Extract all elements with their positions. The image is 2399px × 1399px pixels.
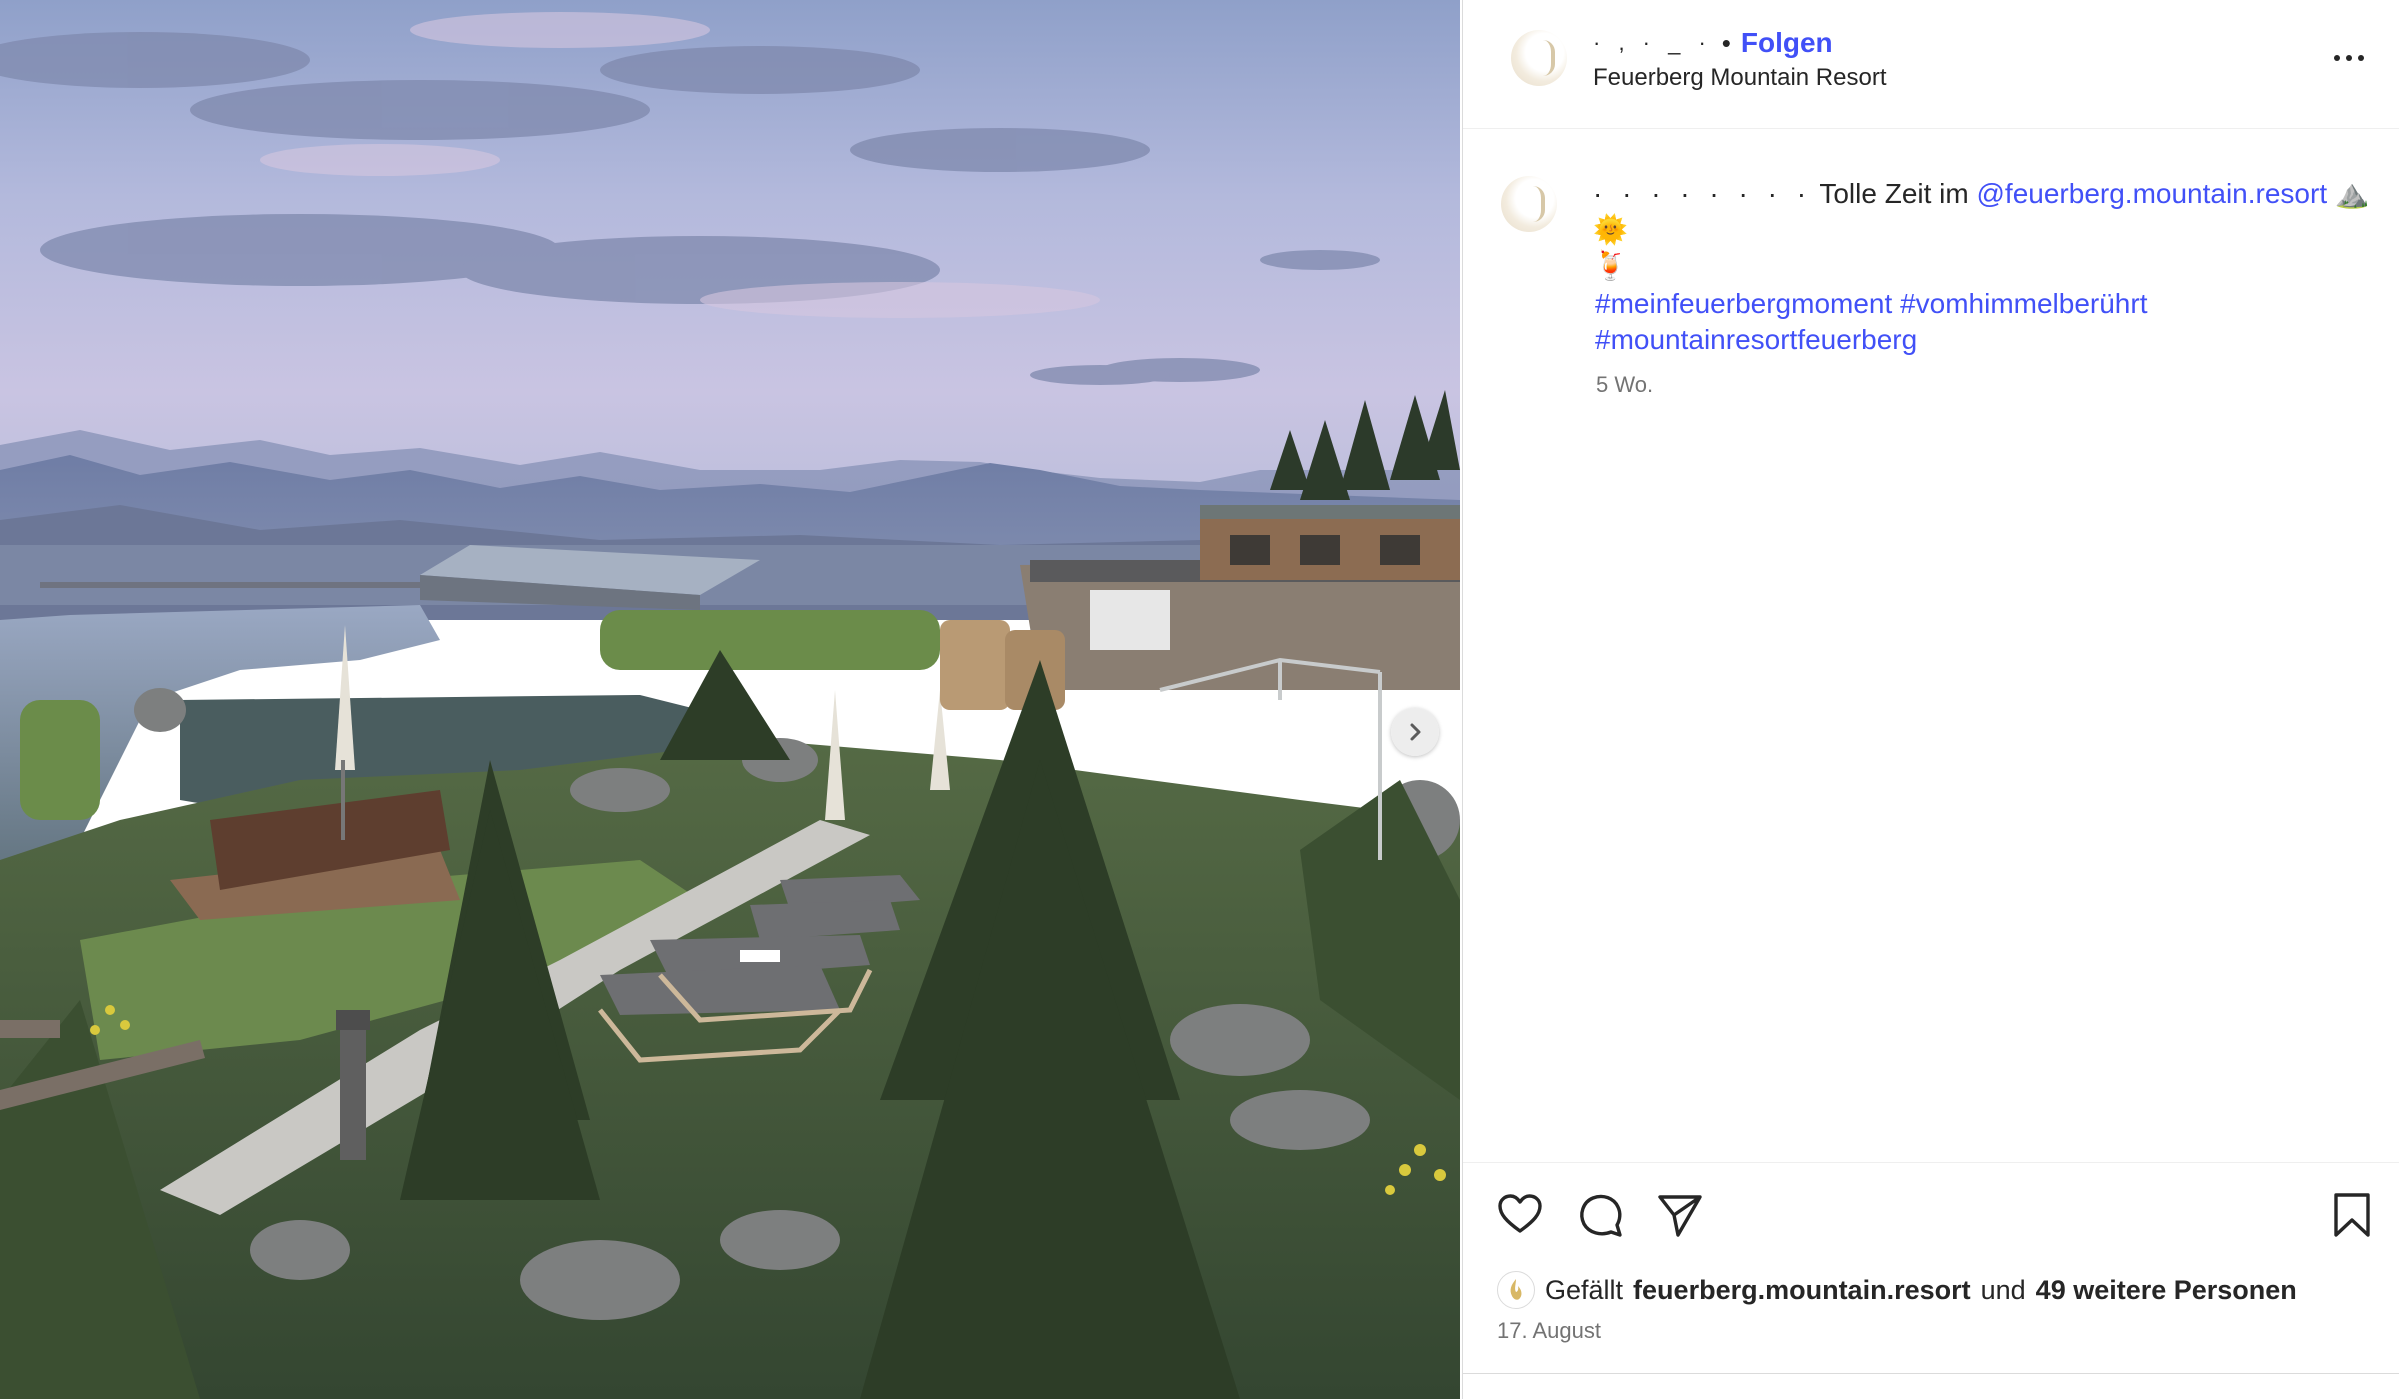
liker-avatar[interactable]	[1497, 1271, 1535, 1309]
likes-prefix: Gefällt	[1545, 1274, 1624, 1305]
author-username[interactable]: · , · _ ·	[1593, 30, 1712, 56]
caption-text: Tolle Zeit im	[1819, 178, 1969, 209]
share-button[interactable]	[1655, 1190, 1705, 1240]
post-image	[0, 0, 1460, 1399]
location-link[interactable]: Feuerberg Mountain Resort	[1593, 64, 1886, 92]
likes-others-link[interactable]: 49 weitere Personen	[2036, 1275, 2297, 1306]
author-avatar[interactable]	[1511, 30, 1567, 86]
likes-connector: und	[1980, 1274, 2026, 1305]
caption-mention-link[interactable]: @feuerberg.mountain.resort	[1977, 178, 2328, 209]
hashtag-list: #meinfeuerbergmoment #vomhimmelberührt #…	[1595, 286, 2375, 358]
chevron-right-icon	[1410, 723, 1421, 741]
follow-button[interactable]: Folgen	[1741, 27, 1833, 59]
send-icon	[1658, 1195, 1702, 1237]
save-button[interactable]	[2327, 1190, 2377, 1240]
author-row: · , · _ · • Folgen	[1593, 26, 1833, 60]
hashtag-link[interactable]: #mountainresortfeuerberg	[1595, 324, 1917, 355]
hashtag-link[interactable]: #meinfeuerbergmoment	[1595, 288, 1892, 319]
post-caption: · · · · · · · · Tolle Zeit im @feuerberg…	[1593, 176, 2373, 284]
resort-logo-icon	[1510, 1279, 1522, 1300]
bottom-divider	[1463, 1373, 2399, 1374]
caption-emoji-cocktail: 🍹	[1593, 250, 1628, 281]
more-options-button[interactable]	[2323, 38, 2375, 78]
comment-button[interactable]	[1575, 1190, 1625, 1240]
likes-summary: Gefällt feuerberg.mountain.resort und 49…	[1497, 1270, 2297, 1310]
caption-author-avatar[interactable]	[1501, 176, 1557, 232]
heart-icon	[1498, 1194, 1542, 1233]
next-photo-button[interactable]	[1391, 708, 1439, 756]
post-details-panel: · , · _ · • Folgen Feuerberg Mountain Re…	[1462, 0, 2399, 1399]
hashtag-link[interactable]: #vomhimmelberührt	[1900, 288, 2147, 319]
caption-timestamp[interactable]: 5 Wo.	[1596, 372, 1653, 398]
separator-dot: •	[1721, 27, 1731, 58]
bookmark-icon	[2334, 1193, 2370, 1237]
comment-icon	[1580, 1194, 1622, 1237]
post-header: · , · _ · • Folgen Feuerberg Mountain Re…	[1463, 0, 2399, 129]
like-button[interactable]	[1495, 1190, 1545, 1240]
more-horizontal-icon	[2334, 55, 2340, 61]
liker-username[interactable]: feuerberg.mountain.resort	[1633, 1275, 1971, 1306]
caption-username[interactable]: · · · · · · · ·	[1593, 178, 1812, 209]
post-photo[interactable]	[0, 0, 1460, 1399]
post-date[interactable]: 17. August	[1497, 1318, 1601, 1344]
actions-divider	[1463, 1162, 2399, 1163]
